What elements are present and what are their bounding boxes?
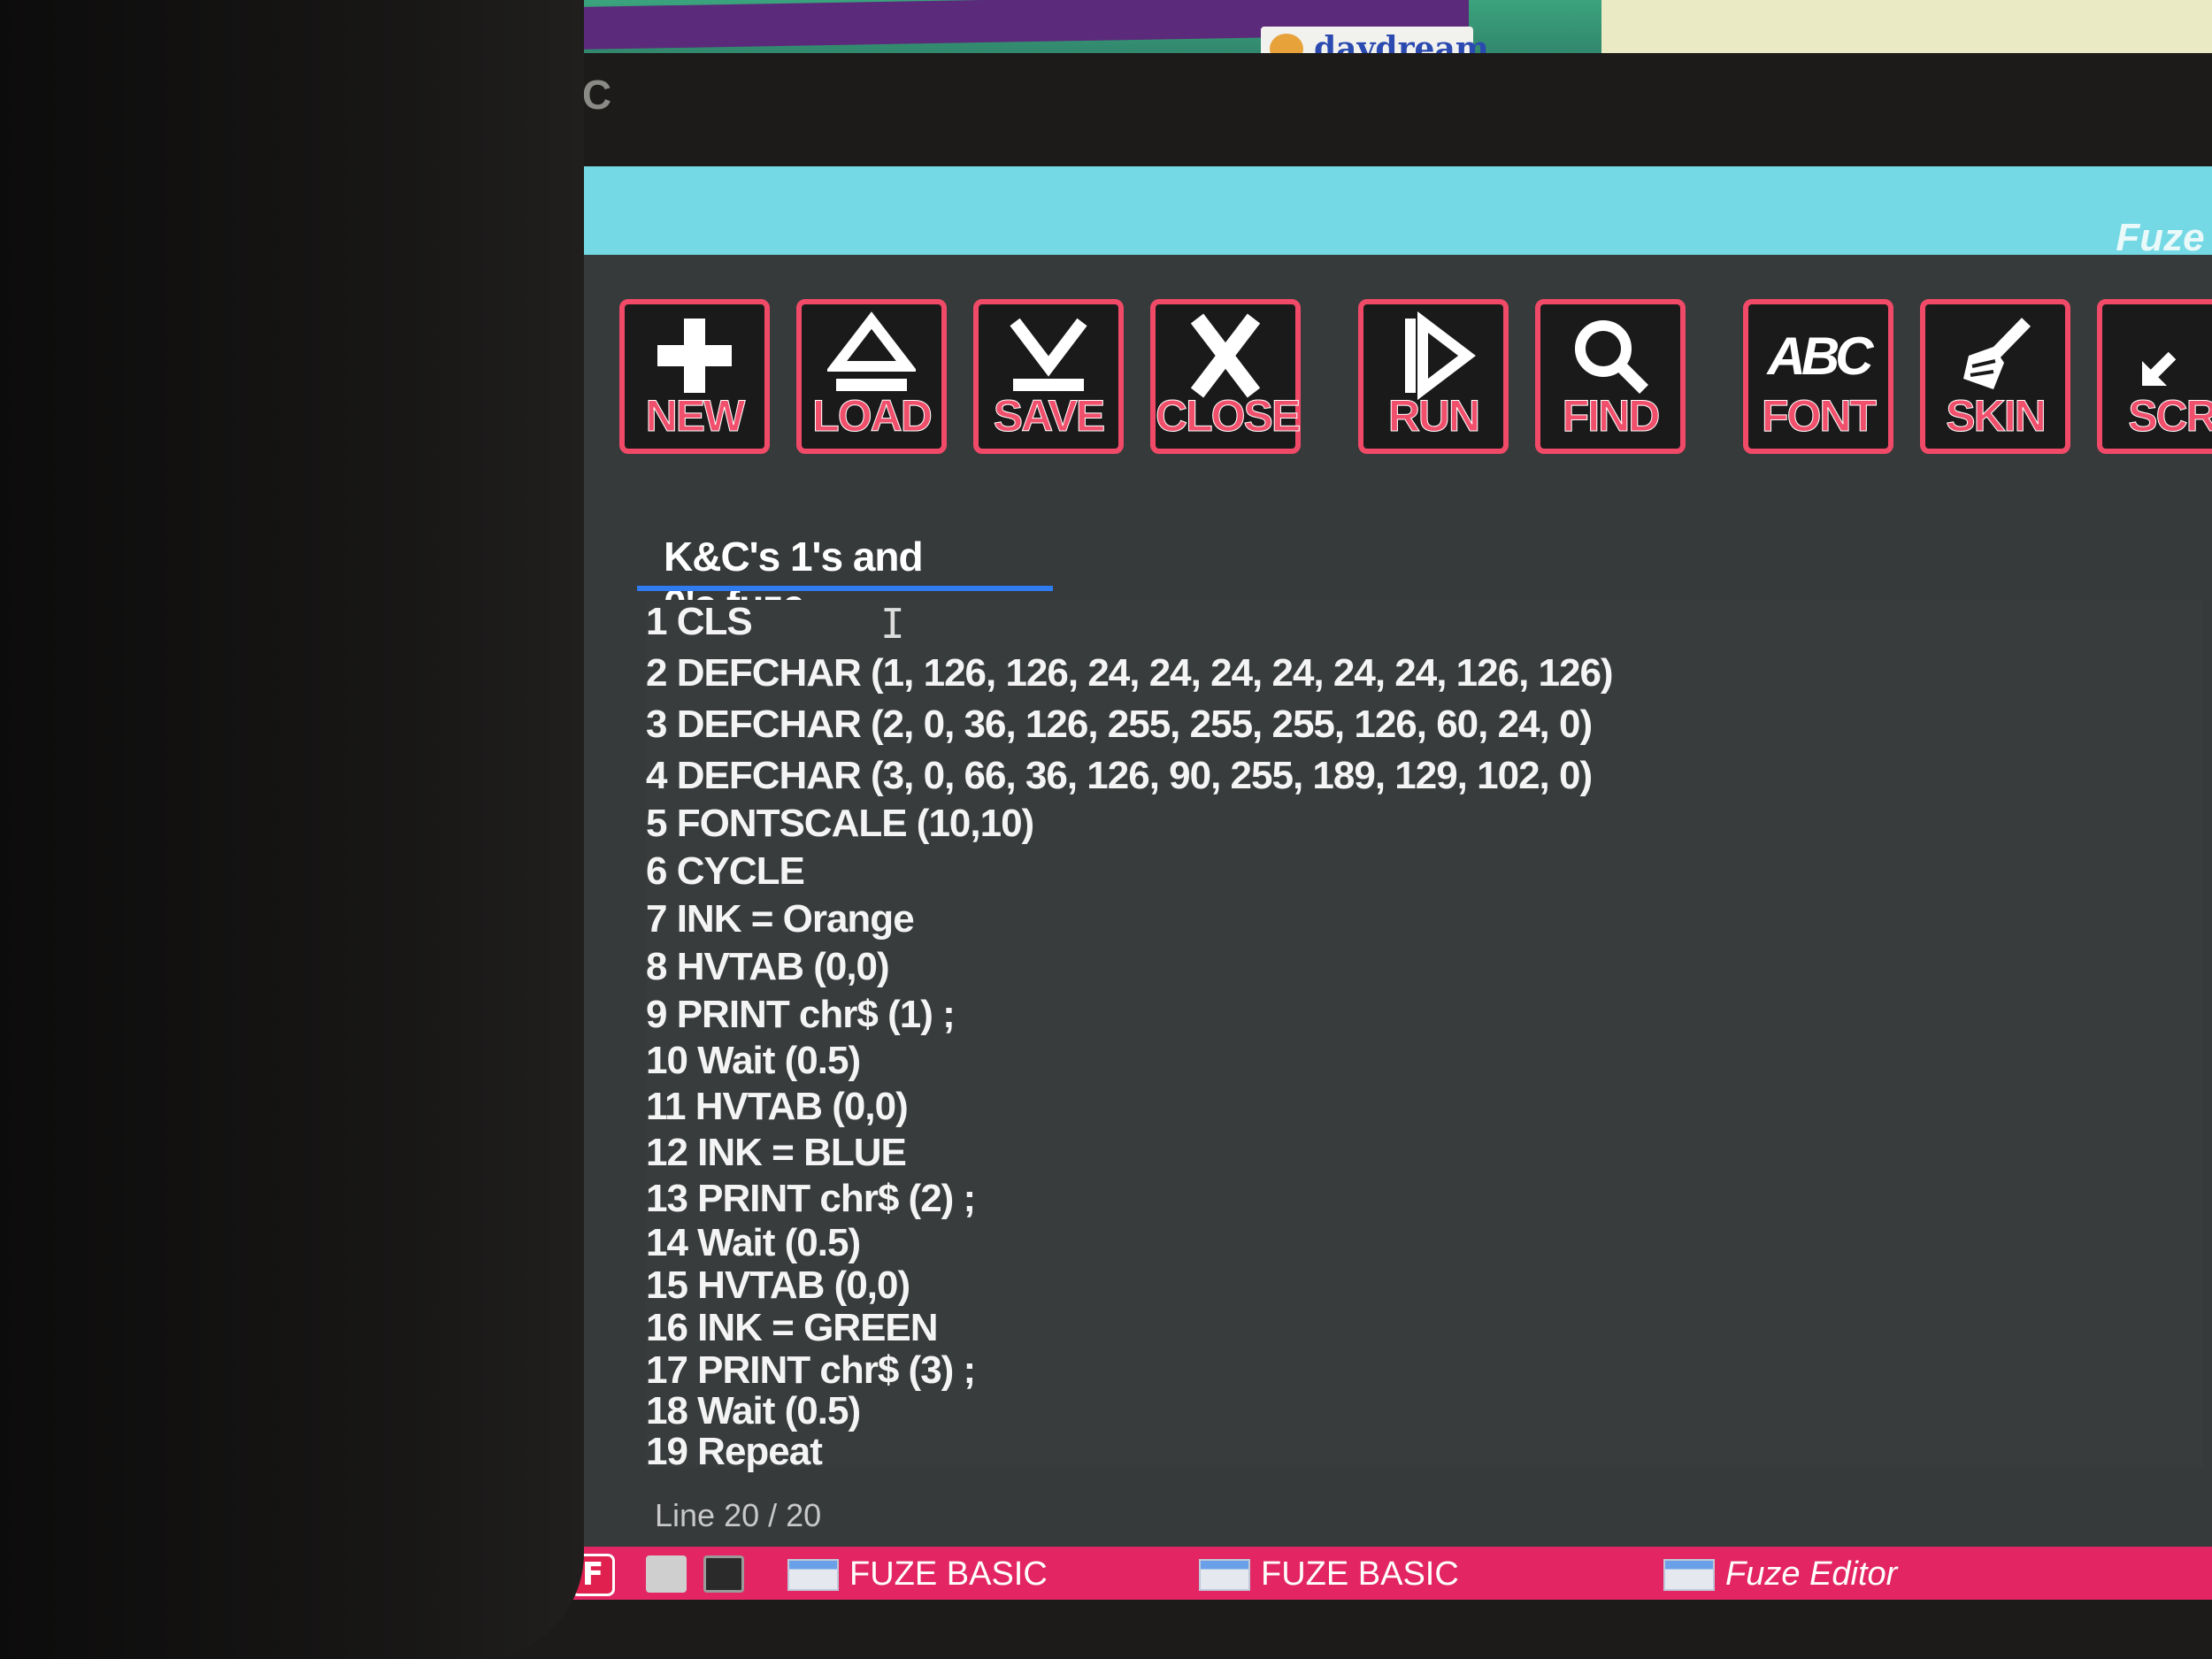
terminal-icon[interactable] [703,1555,744,1593]
status-bar: Line 20 / 20 [655,1494,2212,1538]
new-button-label: NEW [645,391,746,442]
foreground-shadow [0,0,584,1659]
play-icon [1363,311,1503,400]
code-line[interactable]: 17 PRINT chr$ (3) ; [646,1348,976,1394]
window-icon [787,1559,839,1591]
screen-icon [2102,311,2212,400]
file-manager-icon[interactable] [646,1555,687,1593]
code-line[interactable]: 8 HVTAB (0,0) [646,945,890,991]
taskbar-item-fuze-basic-1[interactable]: FUZE BASIC [787,1552,1159,1596]
code-line[interactable]: 12 INK = BLUE [646,1131,907,1177]
skin-button[interactable]: SKIN [1920,299,2070,454]
screen-button-label: SCR [2128,391,2212,442]
taskbar-item-fuze-editor[interactable]: Fuze Editor [1663,1552,2106,1596]
eject-up-icon [802,311,941,400]
active-tab-indicator [637,586,1053,591]
window-titlebar[interactable]: Fuze Ed [584,166,2212,259]
code-line[interactable]: 9 PRINT chr$ (1) ; [646,993,956,1039]
code-line[interactable]: 7 INK = Orange [646,897,915,943]
fuze-editor-window: Fuze Ed NEW LOAD SAVE [584,166,2212,1547]
code-editor[interactable]: 1 CLS I 2 DEFCHAR (1, 126, 126, 24, 24, … [646,600,2203,1473]
code-line[interactable]: 1 CLS [646,600,753,646]
font-button-label: FONT [1761,391,1877,442]
code-line[interactable]: 3 DEFCHAR (2, 0, 36, 126, 255, 255, 255,… [646,703,1593,749]
load-button-label: LOAD [812,391,933,442]
find-button[interactable]: FIND [1535,299,1686,454]
plus-icon [625,311,764,400]
taskbar-item-label: FUZE BASIC [849,1555,1048,1593]
save-button[interactable]: SAVE [973,299,1124,454]
window-icon [1663,1559,1715,1591]
load-button[interactable]: LOAD [796,299,947,454]
code-line[interactable]: 5 FONTSCALE (10,10) [646,802,1034,848]
code-line[interactable]: 6 CYCLE [646,849,805,895]
window-title: Fuze Ed [2116,216,2212,259]
taskbar-item-label: Fuze Editor [1725,1555,1898,1593]
run-button[interactable]: RUN [1358,299,1509,454]
line-counter: Line 20 / 20 [655,1497,822,1533]
download-icon [979,311,1118,400]
code-line[interactable]: 11 HVTAB (0,0) [646,1085,909,1131]
magnifier-icon [1540,311,1680,400]
code-line[interactable]: 16 INK = GREEN [646,1306,939,1352]
brush-icon [1925,311,2065,400]
code-line[interactable]: 14 Wait (0.5) [646,1221,861,1267]
code-line[interactable]: 4 DEFCHAR (3, 0, 66, 36, 126, 90, 255, 1… [646,754,1593,800]
taskbar-item-label: FUZE BASIC [1261,1555,1459,1593]
monitor-screen: Fuze Ed NEW LOAD SAVE [540,166,2212,1600]
file-tab[interactable]: K&C's 1's and 0's.fuze [637,520,1053,627]
run-button-label: RUN [1387,391,1480,442]
code-line[interactable]: 15 HVTAB (0,0) [646,1263,910,1310]
new-button[interactable]: NEW [619,299,770,454]
skin-button-label: SKIN [1946,391,2047,442]
code-line[interactable]: 19 Repeat [646,1430,823,1476]
find-button-label: FIND [1562,391,1661,442]
abc-icon: ABC [1748,311,1888,400]
code-line[interactable]: 10 Wait (0.5) [646,1039,861,1085]
toolbar: NEW LOAD SAVE CLOSE RUN FIND ABC FONT SK… [619,299,2212,463]
x-icon [1156,311,1295,400]
font-button[interactable]: ABC FONT [1743,299,1893,454]
code-line[interactable]: 13 PRINT chr$ (2) ; [646,1177,976,1223]
taskbar-item-fuze-basic-2[interactable]: FUZE BASIC [1199,1552,1571,1596]
window-icon [1199,1559,1250,1591]
close-button-label: CLOSE [1156,391,1302,442]
close-button[interactable]: CLOSE [1150,299,1302,454]
abc-icon-text: ABC [1767,326,1874,386]
taskbar: F FUZE BASIC FUZE BASIC Fuze Editor [540,1547,2212,1600]
text-cursor-icon: I [880,600,905,648]
save-button-label: SAVE [993,391,1105,442]
code-line[interactable]: 2 DEFCHAR (1, 126, 126, 24, 24, 24, 24, … [646,651,1614,697]
screen-button[interactable]: SCR [2097,299,2212,454]
code-line[interactable]: 18 Wait (0.5) [646,1389,861,1435]
